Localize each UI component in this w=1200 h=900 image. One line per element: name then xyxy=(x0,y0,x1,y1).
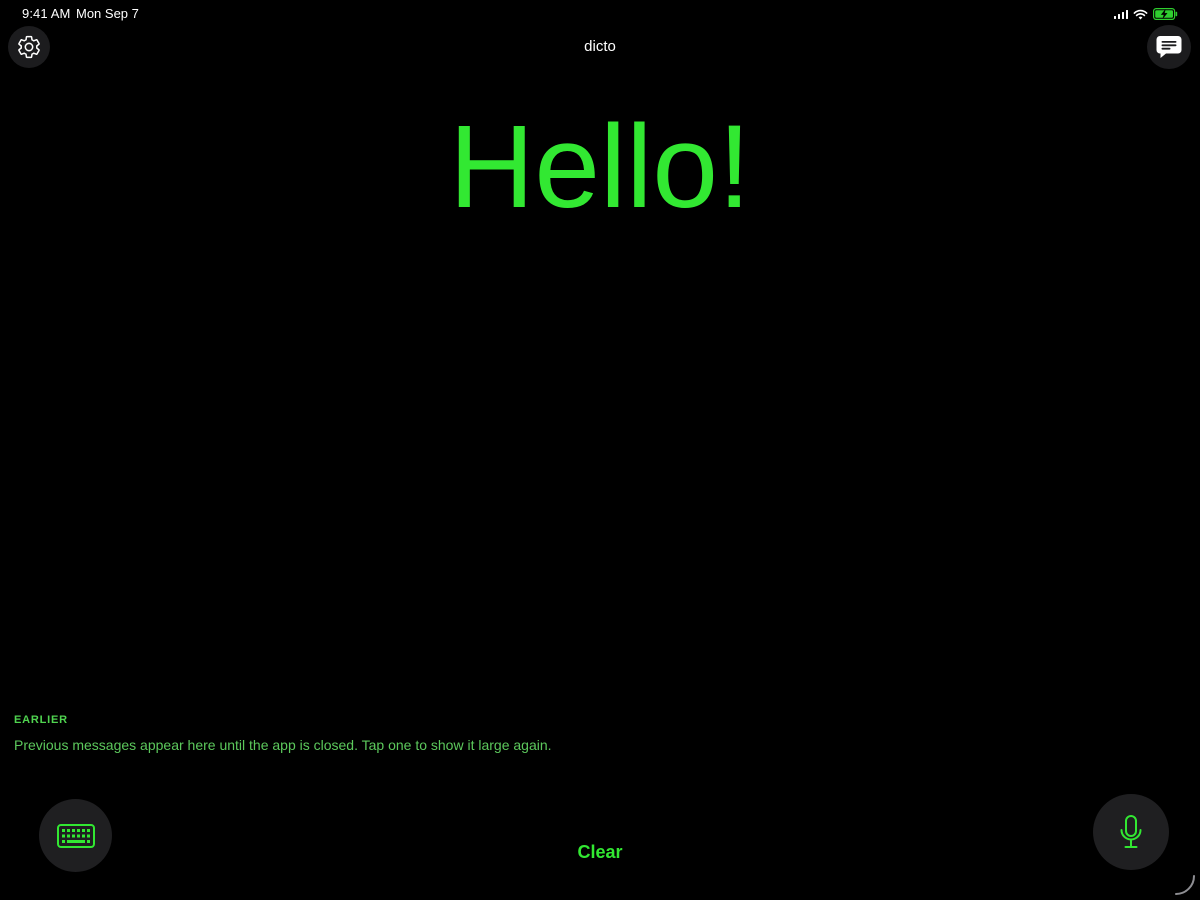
resize-handle-icon[interactable] xyxy=(1172,872,1198,898)
microphone-button[interactable] xyxy=(1093,794,1169,870)
status-icons xyxy=(1113,6,1179,22)
app-title: dicto xyxy=(584,38,616,55)
history-button[interactable] xyxy=(1147,25,1191,69)
keyboard-button[interactable] xyxy=(39,799,112,872)
app-screen: 9:41 AM Mon Sep 7 dicto Hello! EARLIER P… xyxy=(0,0,1200,900)
battery-charging-icon xyxy=(1153,8,1178,20)
clear-button[interactable]: Clear xyxy=(540,842,660,863)
status-date: Mon Sep 7 xyxy=(76,6,139,21)
wifi-icon xyxy=(1133,9,1148,19)
earlier-section-description: Previous messages appear here until the … xyxy=(14,737,552,753)
keyboard-icon xyxy=(56,823,95,848)
cellular-signal-icon xyxy=(1113,9,1128,19)
message-bubble-icon xyxy=(1156,36,1182,58)
microphone-icon xyxy=(1120,815,1142,848)
large-display-text[interactable]: Hello! xyxy=(0,100,1200,234)
status-time: 9:41 AM xyxy=(22,6,71,21)
earlier-section-label: EARLIER xyxy=(14,714,68,726)
